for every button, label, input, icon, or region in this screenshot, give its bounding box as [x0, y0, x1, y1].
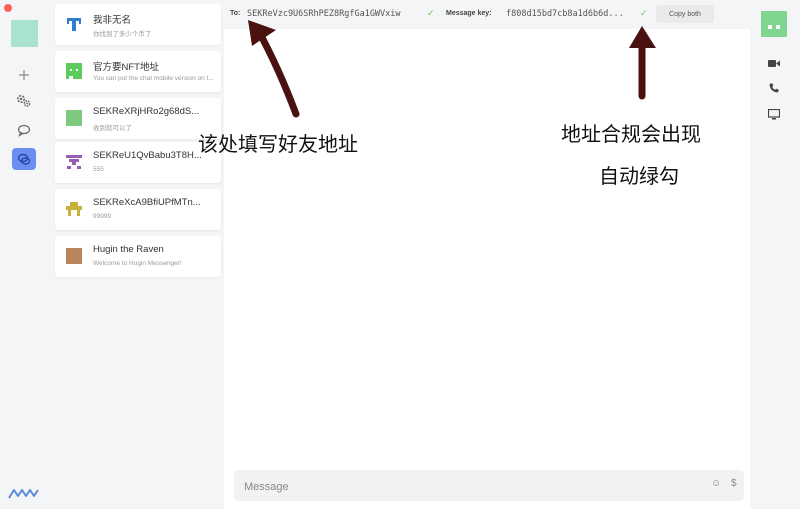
contact-item[interactable]: 我非无名 你找到了多少个币了 [55, 4, 221, 45]
contact-list: 我非无名 你找到了多少个币了 官方要NFT地址 You can put the … [48, 0, 224, 509]
contact-last-message: Welcome to Hugin Messenger! [93, 260, 182, 267]
settings-button[interactable] [12, 90, 36, 112]
message-key-field[interactable]: f808d15bd7cb8a1d6b6d... [506, 9, 634, 19]
video-icon [768, 59, 780, 67]
chat-panel: To: SEKReVzc9U6SRhPEZ8RgfGa1GWVxiw ✓ Mes… [224, 0, 750, 509]
contact-item[interactable]: SEKReXcA9BfiUPfMTn... 99999 [55, 189, 221, 230]
annotation-valid-hint-line2: 自动绿勾 [599, 164, 679, 188]
key-valid-check-icon: ✓ [640, 8, 648, 18]
contact-last-message: 你找到了多少个币了 [93, 31, 152, 38]
contact-item[interactable]: Hugin the Raven Welcome to Hugin Messeng… [55, 236, 221, 277]
emoji-icon[interactable]: ☺ [711, 478, 721, 489]
voice-call-button[interactable] [766, 81, 782, 95]
contact-item[interactable]: SEKReXRjHRo2g68dS... 收到就可以了 [55, 98, 221, 139]
chat-icon [17, 124, 31, 137]
contact-last-message: 收到就可以了 [93, 125, 132, 132]
add-icon [19, 70, 29, 80]
hugin-logo [8, 486, 40, 504]
to-label: To: [230, 10, 241, 17]
address-valid-check-icon: ✓ [427, 8, 435, 18]
add-contact-button[interactable] [12, 64, 36, 86]
contact-avatar [66, 248, 82, 264]
chat-button[interactable] [12, 119, 36, 141]
chat-header: To: SEKReVzc9U6SRhPEZ8RgfGa1GWVxiw ✓ Mes… [224, 0, 750, 29]
messages-icon [17, 153, 31, 165]
avatar-face [768, 25, 780, 29]
recipient-address-field[interactable]: SEKReVzc9U6SRhPEZ8RgfGa1GWVxiw [247, 9, 422, 19]
copy-both-button[interactable]: Copy both [656, 5, 714, 23]
my-avatar[interactable] [11, 20, 38, 47]
contact-item[interactable]: SEKReU1QvBabu3T8H... 555 [55, 142, 221, 183]
message-input[interactable] [242, 478, 686, 495]
contact-last-message: 99999 [93, 213, 112, 220]
send-money-icon[interactable]: $ [731, 478, 737, 489]
contact-name: SEKReXRjHRo2g68dS... [93, 106, 200, 117]
right-rail [750, 0, 800, 509]
annotation-address-hint: 该处填写好友地址 [198, 132, 358, 156]
contact-name: 官方要NFT地址 [93, 62, 159, 73]
screen-share-icon [768, 108, 780, 119]
contact-name: SEKReU1QvBabu3T8H... [93, 150, 202, 161]
message-key-label: Message key: [446, 10, 492, 17]
window-close-button[interactable] [4, 4, 12, 12]
contact-name: 我非无名 [93, 15, 132, 26]
contact-avatar [66, 154, 82, 170]
contact-item[interactable]: 官方要NFT地址 You can put the chat mobile ver… [55, 51, 221, 92]
contact-avatar-large [761, 11, 787, 37]
contact-last-message: You can put the chat mobile version on t… [93, 75, 214, 82]
annotation-valid-hint-line1: 地址合规会出现 [561, 122, 701, 146]
video-call-button[interactable] [766, 56, 782, 70]
contact-avatar [66, 63, 82, 79]
contact-name: SEKReXcA9BfiUPfMTn... [93, 197, 201, 208]
phone-icon [769, 83, 779, 93]
contact-avatar [66, 110, 82, 126]
screen-share-button[interactable] [766, 107, 782, 121]
left-rail [0, 0, 48, 509]
message-composer: ☺ $ [234, 470, 744, 501]
messages-button[interactable] [12, 148, 36, 170]
hugin-logo-icon [8, 489, 39, 499]
contact-name: Hugin the Raven [93, 244, 164, 255]
contact-avatar [66, 201, 82, 217]
settings-icon [16, 94, 31, 107]
contact-last-message: 555 [93, 166, 104, 173]
contact-avatar [66, 16, 82, 32]
